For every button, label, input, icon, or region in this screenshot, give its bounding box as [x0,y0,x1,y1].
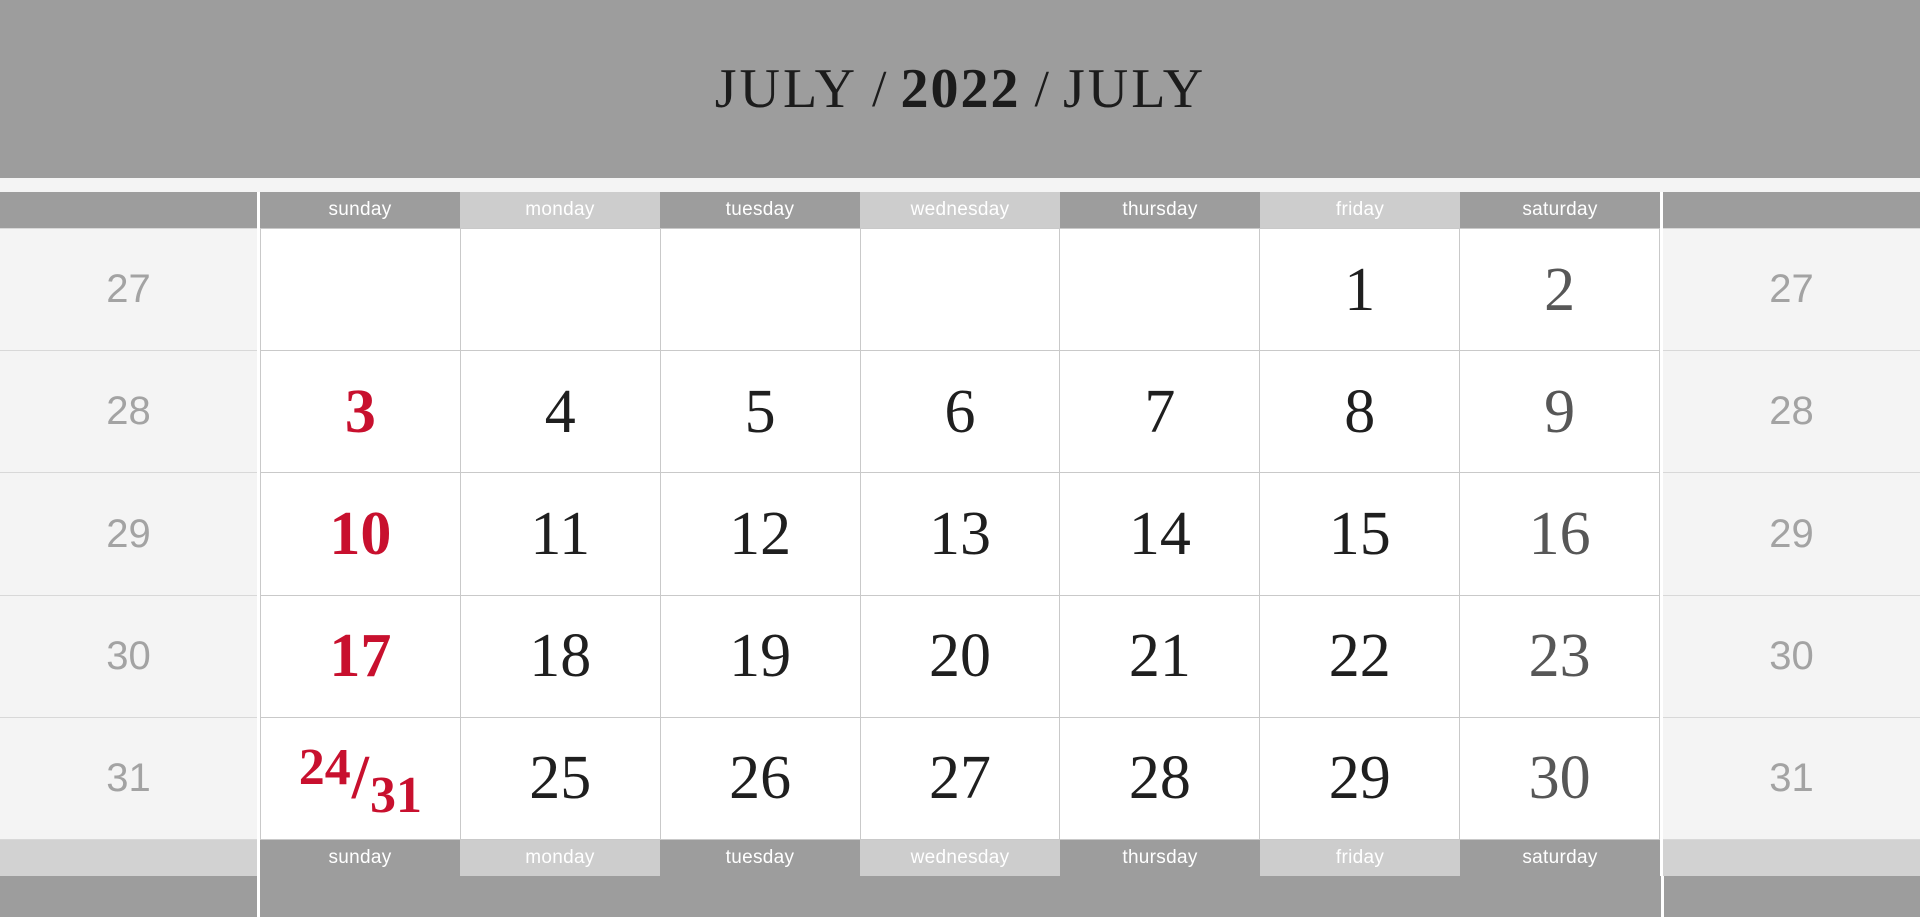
week-number-left-30: 30 [0,595,257,718]
week-number-right-27: 27 [1663,228,1920,352]
split-day-second: 31 [370,767,423,825]
day-cell[interactable]: 20 [860,595,1061,718]
day-cell[interactable]: 12 [660,473,861,596]
day-cell[interactable]: 25 [460,717,661,840]
footer-band-left-segment [0,876,257,917]
day-cell[interactable] [660,229,861,352]
day-cell[interactable]: 16 [1460,473,1660,596]
day-cell[interactable]: 14 [1060,473,1261,596]
weekday-label-bottom-sunday: sunday [260,840,460,876]
day-cell[interactable] [261,229,461,352]
day-cell[interactable]: 1 [1260,229,1461,352]
day-cell[interactable]: 7 [1060,351,1261,474]
weekday-label-bottom-monday: monday [460,840,660,876]
weekday-label-bottom-wednesday: wednesday [860,840,1060,876]
week-number-left-28: 28 [0,351,257,474]
footer-band [0,876,1920,917]
week-number-right-31: 31 [1663,717,1920,841]
weekday-label-saturday: saturday [1460,192,1660,228]
week-number-right-29: 29 [1663,473,1920,596]
title-month-right: JULY [1062,58,1207,120]
day-cell[interactable]: 3 [261,351,461,474]
weekday-bar-top-right-pad [1663,192,1920,228]
week-number-column-right: 27 28 29 30 31 [1663,228,1920,841]
day-cell[interactable]: 18 [460,595,661,718]
weekday-label-wednesday: wednesday [860,192,1060,228]
weekday-label-bottom-tuesday: tuesday [660,840,860,876]
day-cell-split[interactable]: 24 / 31 [261,717,461,840]
weekday-bar-bottom-right-pad [1663,840,1920,876]
footer-band-center-segment [260,876,1661,917]
day-cell[interactable]: 9 [1460,351,1660,474]
day-cell[interactable]: 6 [860,351,1061,474]
day-cell[interactable]: 13 [860,473,1061,596]
day-cell[interactable]: 5 [660,351,861,474]
weekday-label-friday: friday [1260,192,1460,228]
title-month-left: JULY [714,58,859,120]
day-cell[interactable]: 23 [1460,595,1660,718]
day-cell[interactable] [860,229,1061,352]
weekday-label-sunday: sunday [260,192,460,228]
weekday-bar-bottom-left-pad [0,840,257,876]
weekday-label-bottom-friday: friday [1260,840,1460,876]
weekday-label-bottom-saturday: saturday [1460,840,1660,876]
weekday-bar-top-left-pad [0,192,257,228]
day-cell[interactable]: 11 [460,473,661,596]
weekday-label-monday: monday [460,192,660,228]
weekday-label-thursday: thursday [1060,192,1260,228]
day-cell[interactable]: 17 [261,595,461,718]
footer-band-right-segment [1664,876,1920,917]
week-number-left-29: 29 [0,473,257,596]
weekday-label-tuesday: tuesday [660,192,860,228]
calendar-grid-area: 27 28 29 30 31 1 2 3 4 5 6 7 8 9 10 11 1… [0,228,1920,841]
weekday-label-bottom-thursday: thursday [1060,840,1260,876]
day-cell[interactable] [460,229,661,352]
day-cell[interactable]: 21 [1060,595,1261,718]
day-cell[interactable]: 26 [660,717,861,840]
title-separator-left: / [872,60,887,118]
week-number-column-left: 27 28 29 30 31 [0,228,257,841]
week-number-right-28: 28 [1663,351,1920,474]
split-day-slash: / [351,744,370,813]
header-band-right-segment [1664,0,1920,178]
weekday-bar-bottom: sunday monday tuesday wednesday thursday… [0,840,1920,876]
day-cell[interactable]: 4 [460,351,661,474]
day-cell[interactable] [1060,229,1261,352]
title-separator-right: / [1034,60,1049,118]
day-cell[interactable]: 29 [1260,717,1461,840]
header-band-left-segment [0,0,257,178]
split-day-group: 24 / 31 [299,742,422,822]
day-cell[interactable]: 28 [1060,717,1261,840]
header-gap-strip [0,178,1920,192]
week-number-right-30: 30 [1663,595,1920,718]
day-cell[interactable]: 10 [261,473,461,596]
day-cell[interactable]: 22 [1260,595,1461,718]
week-number-left-31: 31 [0,717,257,841]
calendar-title: JULY / 2022 / JULY [260,0,1661,178]
day-cell[interactable]: 2 [1460,229,1660,352]
days-grid: 1 2 3 4 5 6 7 8 9 10 11 12 13 14 15 16 1… [260,228,1660,840]
day-cell[interactable]: 19 [660,595,861,718]
day-cell[interactable]: 15 [1260,473,1461,596]
day-cell[interactable]: 27 [860,717,1061,840]
weekday-bar-top: sunday monday tuesday wednesday thursday… [0,192,1920,228]
day-cell[interactable]: 8 [1260,351,1461,474]
day-cell[interactable]: 30 [1460,717,1660,840]
calendar-page: JULY / 2022 / JULY sunday monday tuesday… [0,0,1920,917]
week-number-left-27: 27 [0,228,257,352]
split-day-first: 24 [298,739,351,797]
title-year: 2022 [900,58,1021,120]
header-band: JULY / 2022 / JULY [0,0,1920,178]
